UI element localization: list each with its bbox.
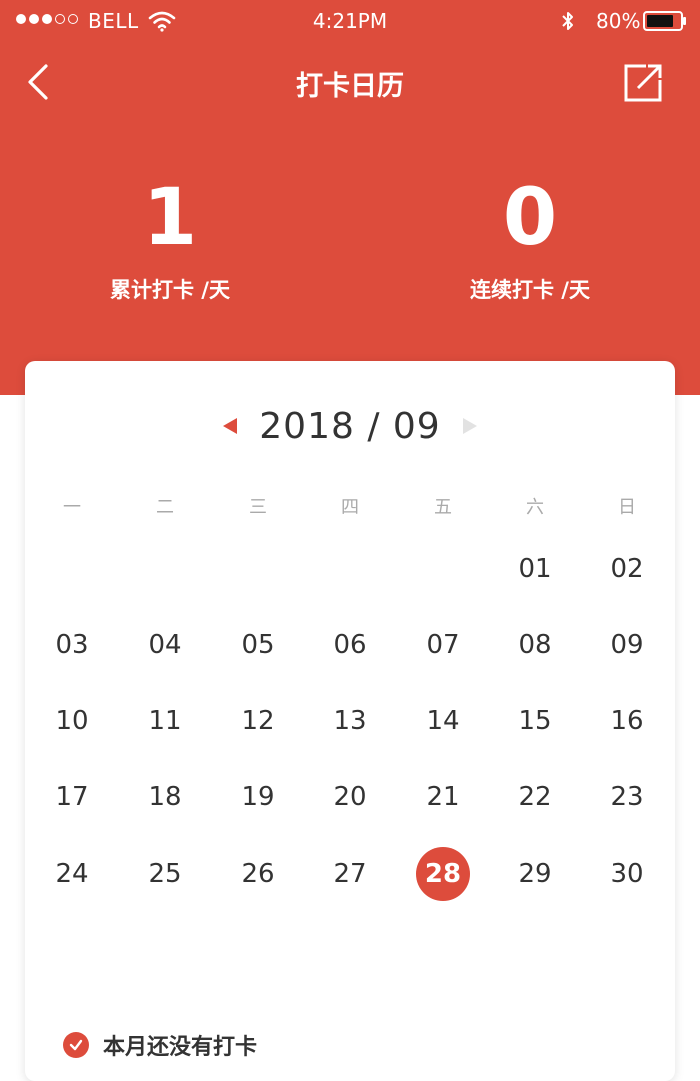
day-cell[interactable]: 18 [138,770,192,824]
status-bar: BELL 4:21PM 80% [0,0,700,44]
day-cell[interactable]: 08 [508,618,562,672]
month-selector: 2018 / 09 [25,401,675,451]
total-checkin-value: 1 [142,173,198,263]
checkin-note: 本月还没有打卡 [63,1029,257,1061]
streak-checkin-label: 连续打卡 /天 [470,278,590,302]
weekday-label: 二 [156,497,174,518]
weekday-label: 日 [618,497,636,518]
check-circle-icon [63,1032,89,1058]
battery-icon [643,11,687,31]
edit-icon[interactable] [622,62,664,104]
day-cell[interactable]: 10 [45,694,99,748]
next-month-icon[interactable] [462,418,477,434]
day-cell-selected[interactable]: 28 [416,847,470,901]
status-time: 4:21PM [312,9,388,33]
total-checkin-label: 累计打卡 /天 [110,278,230,302]
day-cell[interactable]: 16 [600,694,654,748]
prev-month-icon[interactable] [223,418,238,434]
day-cell[interactable]: 21 [416,770,470,824]
day-cell[interactable]: 03 [45,618,99,672]
day-cell[interactable]: 29 [508,847,562,901]
day-cell[interactable]: 12 [231,694,285,748]
total-checkin-stat: 1 累计打卡 /天 [50,168,290,304]
day-cell[interactable]: 27 [323,847,377,901]
nav-bar: 打卡日历 [0,44,700,120]
streak-checkin-stat: 0 连续打卡 /天 [410,168,650,304]
day-cell[interactable]: 22 [508,770,562,824]
day-cell[interactable]: 19 [231,770,285,824]
weekday-header: 一二三四五六日 [25,489,675,523]
day-cell[interactable]: 23 [600,770,654,824]
page-title: 打卡日历 [296,71,404,102]
day-cell[interactable]: 05 [231,618,285,672]
battery-percent: 80% [596,9,641,33]
checkin-note-text: 本月还没有打卡 [103,1035,258,1060]
day-cell[interactable]: 06 [323,618,377,672]
streak-checkin-value: 0 [502,173,558,263]
day-cell[interactable]: 26 [231,847,285,901]
weekday-label: 一 [63,497,81,518]
day-cell[interactable]: 17 [45,770,99,824]
day-cell[interactable]: 13 [323,694,377,748]
day-cell[interactable]: 01 [508,542,562,596]
day-cell[interactable]: 02 [600,542,654,596]
day-cell[interactable]: 07 [416,618,470,672]
weekday-label: 五 [434,497,452,518]
day-cell[interactable]: 15 [508,694,562,748]
month-label: 2018 / 09 [259,405,441,447]
weekday-label: 三 [249,497,267,518]
bluetooth-icon [560,9,576,38]
day-cell[interactable]: 20 [323,770,377,824]
day-cell[interactable]: 09 [600,618,654,672]
day-cell[interactable]: 11 [138,694,192,748]
day-cell[interactable]: 30 [600,847,654,901]
day-cell[interactable]: 25 [138,847,192,901]
day-cell[interactable]: 24 [45,847,99,901]
day-cell[interactable]: 04 [138,618,192,672]
weekday-label: 四 [341,497,359,518]
day-cell[interactable]: 14 [416,694,470,748]
weekday-label: 六 [526,497,544,518]
calendar-card: 2018 / 09 一 二 三 四 五 六 日 01 02 03 04 05 06 07 08 09 10 11… [25,361,675,1081]
